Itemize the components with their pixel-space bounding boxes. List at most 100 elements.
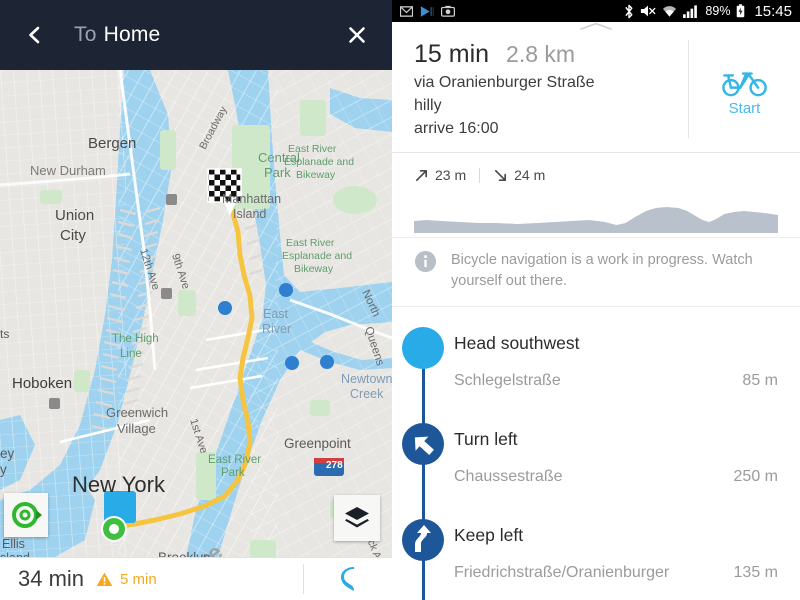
back-button[interactable] (18, 18, 52, 52)
chevron-up-icon (580, 22, 612, 30)
map-label: River (262, 322, 291, 336)
map-label: Park (221, 467, 245, 479)
maneuver-detail-row: Friedrichstraße/Oranienburger 135 m (454, 564, 778, 582)
maneuver-list: Head southwest Schlegelstraße 85 m Turn lef… (392, 307, 800, 600)
route-details-pane: 89% 15:45 15 min 2.8 km via Oranienburge… (392, 0, 800, 600)
route-summary: 15 min 2.8 km via Oranienburger Straße h… (392, 32, 800, 153)
route-via: via Oranienburger Straße (414, 74, 595, 91)
sheet-grabber[interactable] (392, 22, 800, 32)
maneuver-street: Friedrichstraße/Oranienburger (454, 564, 670, 582)
maneuver-distance: 85 m (742, 372, 778, 390)
battery-percent: 89% (705, 4, 731, 18)
map-label: The High (112, 333, 159, 345)
app-screen: To Home Bergen New Durham Union City Hob… (0, 0, 800, 600)
bottom-bar-delay: 5 min (120, 570, 157, 588)
map-label: Newtown (341, 372, 392, 386)
signal-icon (683, 5, 698, 18)
map-label: Village (117, 421, 156, 436)
map-label: East River (288, 143, 337, 155)
map-label: Bikeway (296, 169, 336, 181)
ascent-value: 23 m (435, 167, 467, 183)
map-label: Bergen (88, 135, 136, 152)
route-arrival: arrive 16:00 (414, 120, 499, 137)
header-to-label: To (74, 23, 97, 46)
maneuver-detail-row: Schlegelstraße 85 m (454, 372, 778, 390)
route-summary-headline: 15 min 2.8 km (414, 40, 688, 69)
maneuver-gutter (392, 417, 454, 514)
start-button-label: Start (728, 100, 761, 117)
maneuver-distance: 250 m (733, 468, 778, 486)
maneuver-gutter (392, 321, 454, 444)
turn-left-icon (402, 423, 444, 466)
map-label: Island (233, 207, 266, 221)
ascent-stat: 23 m (414, 167, 466, 183)
mute-icon (641, 5, 656, 17)
map-label: Esplanade and (282, 250, 352, 262)
maneuver-distance: 135 m (733, 564, 778, 582)
maneuver-title: Keep left (454, 525, 524, 546)
elevation-profile-chart (414, 195, 778, 237)
android-status-bar: 89% 15:45 (392, 0, 800, 22)
map-label: Greenwich (106, 405, 168, 420)
battery-charging-icon (737, 4, 745, 18)
locate-position-button[interactable] (4, 493, 48, 537)
map-label: Greenpoint (284, 436, 351, 451)
warning-triangle-icon (96, 571, 113, 588)
map-canvas[interactable]: here BergenNew DurhamUnionCityHobokenThe… (0, 70, 392, 557)
start-icon (402, 327, 444, 370)
route-summary-text: 15 min 2.8 km via Oranienburger Straße h… (392, 40, 688, 138)
camera-icon (441, 5, 455, 17)
elevation-divider (479, 167, 481, 183)
maneuver-street: Chaussestraße (454, 468, 563, 486)
route-terrain: hilly (414, 97, 442, 114)
map-label: ts (0, 327, 9, 341)
map-label: Manhattan (222, 192, 281, 206)
locate-position-icon (12, 502, 42, 528)
close-icon (349, 27, 365, 43)
map-label: Hoboken (12, 375, 72, 392)
route-marker-icon (341, 567, 354, 591)
bluetooth-icon (625, 4, 633, 18)
map-label: East River (208, 454, 261, 466)
map-label: y (0, 462, 7, 477)
maneuver-street: Schlegelstraße (454, 372, 561, 390)
maneuver-icon-wrap (401, 326, 445, 375)
info-icon (414, 250, 437, 273)
map-label: Brooklyn (158, 550, 211, 557)
maneuver-item[interactable]: Turn left Chaussestraße 250 m (392, 417, 800, 514)
close-button[interactable] (340, 18, 374, 52)
descent-stat: 24 m (493, 167, 545, 183)
status-bar-notifications (400, 5, 624, 18)
maneuver-body: Keep left Friedrichstraße/Oranienburger 13… (454, 513, 800, 600)
map-label: Ellis (2, 537, 25, 551)
maneuver-gutter (392, 513, 454, 600)
wifi-icon (663, 6, 677, 17)
maneuver-title: Head southwest (454, 333, 580, 354)
map-label: Bikeway (294, 263, 334, 275)
bottom-bar-info[interactable]: 34 min 5 min (0, 566, 303, 592)
maneuver-body: Turn left Chaussestraße 250 m (454, 417, 800, 513)
status-bar-indicators: 89% 15:45 (624, 3, 792, 20)
start-navigation-button[interactable]: Start (688, 40, 800, 138)
elevation-section: 23 m 24 m (392, 153, 800, 238)
bottom-bar-action[interactable] (304, 566, 392, 592)
map-bottom-bar: 34 min 5 min (0, 557, 392, 600)
map-layers-button[interactable] (334, 495, 380, 541)
gmail-icon (400, 5, 413, 17)
map-label: East (263, 307, 289, 321)
maneuver-detail-row: Chaussestraße 250 m (454, 468, 778, 486)
map-label: New Durham (30, 163, 106, 178)
descent-value: 24 m (514, 167, 546, 183)
maneuver-item[interactable]: Keep left Friedrichstraße/Oranienburger 13… (392, 513, 800, 600)
notice-text: Bicycle navigation is a work in progress… (451, 252, 753, 290)
play-store-icon (420, 5, 434, 17)
map-label: Creek (350, 387, 384, 401)
map-layers-icon (345, 507, 369, 528)
bicycle-icon (721, 72, 767, 97)
bottom-bar-duration: 34 min (18, 566, 85, 591)
maneuver-item[interactable]: Head southwest Schlegelstraße 85 m (392, 321, 800, 444)
arrow-down-right-icon (495, 169, 507, 181)
maneuver-icon-wrap (401, 422, 445, 471)
map-graphic: here BergenNew DurhamUnionCityHobokenThe… (0, 70, 392, 557)
map-label: 278 (326, 460, 343, 471)
